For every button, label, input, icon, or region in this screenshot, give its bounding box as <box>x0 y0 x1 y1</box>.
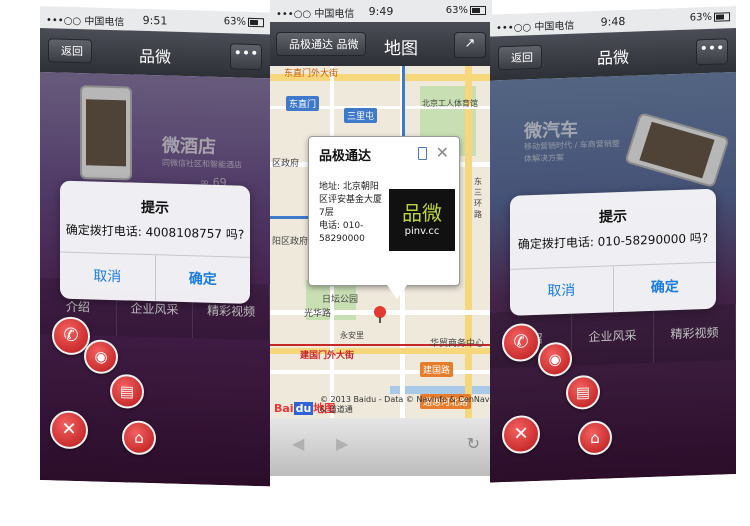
map-label: 日坛公园 <box>322 295 359 305</box>
close-icon[interactable]: ✕ <box>436 143 449 162</box>
card-icon[interactable]: ▤ <box>110 373 144 409</box>
browser-toolbar: ◀ ▶ ↻ <box>270 418 492 476</box>
map-label: 建国路 <box>420 362 454 377</box>
back-arrow-icon[interactable]: ◀ <box>292 434 304 453</box>
nav-bar: 品极通达 品微 地图 ↗ <box>270 22 492 66</box>
close-icon[interactable]: ✕ <box>50 410 88 450</box>
status-bar: •••○○ 中国电信 9:49 63% <box>270 0 492 22</box>
alert-buttons: 取消 确定 <box>510 261 716 316</box>
popup-title: 品极通达 <box>319 149 372 164</box>
phone-text: 电话: 010-58290000 <box>319 221 365 244</box>
confirm-button[interactable]: 确定 <box>612 262 716 313</box>
address-text: 地址: 北京朝阳区评安基金大厦7层 <box>319 182 383 218</box>
cancel-button[interactable]: 取消 <box>60 253 155 302</box>
battery-percent: 63% <box>223 16 246 28</box>
map-label: 阳区政府 <box>272 237 309 247</box>
map-pin-icon[interactable] <box>374 306 386 323</box>
share-icon[interactable]: ↗ <box>454 32 486 58</box>
map-road <box>270 370 492 374</box>
home-icon[interactable]: ⌂ <box>122 420 156 456</box>
alert-title: 提示 <box>599 208 627 226</box>
alert-title: 提示 <box>141 199 169 217</box>
map-label: 东三环路 <box>474 177 482 219</box>
metro-station-label: 三里屯 <box>344 108 378 123</box>
map-label: 光华路 <box>304 309 332 319</box>
location-popup[interactable]: 品极通达 ✕ 地址: 北京朝阳区评安基金大厦7层 电话: 010-5829000… <box>308 136 460 299</box>
phone-screen-car: •••○○ 中国电信 9:48 63% 返回 品微 ••• 微汽车 移动营销时代… <box>490 6 736 483</box>
alert-message: 确定拨打电话: 010-58290000 吗? <box>517 230 709 252</box>
cancel-button[interactable]: 取消 <box>510 266 613 316</box>
map-road <box>465 66 472 418</box>
alert-message: 确定拨打电话: 4008108757 吗? <box>65 222 245 242</box>
phone-screen-map: •••○○ 中国电信 9:49 63% 品极通达 品微 地图 ↗ 东直门外大街 … <box>270 0 492 476</box>
battery-indicator: 63% <box>446 5 486 16</box>
metro-station-label: 东直门 <box>286 96 320 111</box>
logo-url: pinv.cc <box>404 226 440 237</box>
map-label: 北京工人体育馆 <box>422 99 478 108</box>
map-copyright: © 2013 Baidu - Data © Navinfo & CenNavi … <box>320 395 492 414</box>
baidu-logo-du: du <box>293 402 314 415</box>
metro-line <box>270 216 310 219</box>
battery-icon <box>248 17 264 27</box>
nav-bar: 返回 品微 ••• <box>40 28 270 79</box>
more-button[interactable]: ••• <box>230 43 262 71</box>
call-alert-dialog: 提示 确定拨打电话: 010-58290000 吗? 取消 确定 <box>510 188 716 316</box>
pinv-logo: 品微 pinv.cc <box>389 189 455 251</box>
refresh-icon[interactable]: ↻ <box>467 434 480 453</box>
battery-percent: 63% <box>445 5 468 16</box>
more-button[interactable]: ••• <box>696 38 728 66</box>
alert-buttons: 取消 确定 <box>60 251 250 304</box>
location-pin-icon[interactable]: ◉ <box>84 339 118 375</box>
popup-address: 地址: 北京朝阳区评安基金大厦7层 电话: 010-58290000 <box>319 181 387 246</box>
forward-arrow-icon[interactable]: ▶ <box>336 434 348 453</box>
map-label: 建国门外大街 <box>300 351 355 361</box>
battery-icon <box>470 5 486 15</box>
confirm-button[interactable]: 确定 <box>154 255 250 304</box>
phone-screen-hotel: •••○○ 中国电信 9:51 63% 返回 品微 ••• 微酒店 同微信社区和… <box>40 6 270 487</box>
battery-indicator: 63% <box>224 16 264 28</box>
map-label: 华贸商务中心 <box>430 339 485 349</box>
map-label: 永安里 <box>340 331 364 340</box>
baidu-logo-bai: Bai <box>274 402 294 415</box>
call-alert-dialog: 提示 确定拨打电话: 4008108757 吗? 取消 确定 <box>60 180 250 304</box>
map-label: 东直门外大街 <box>284 69 339 79</box>
map-label: 区政府 <box>272 159 300 169</box>
map-river <box>390 386 492 394</box>
map-view[interactable]: 东直门外大街 东直门 三里屯 北京工人体育馆 区政府 阳区政府 日坛公园 光华路… <box>270 66 492 418</box>
battery-percent: 63% <box>689 11 712 24</box>
battery-indicator: 63% <box>689 11 730 24</box>
logo-text: 品微 <box>402 201 442 225</box>
battery-icon <box>714 11 730 22</box>
phone-icon[interactable] <box>418 147 427 160</box>
